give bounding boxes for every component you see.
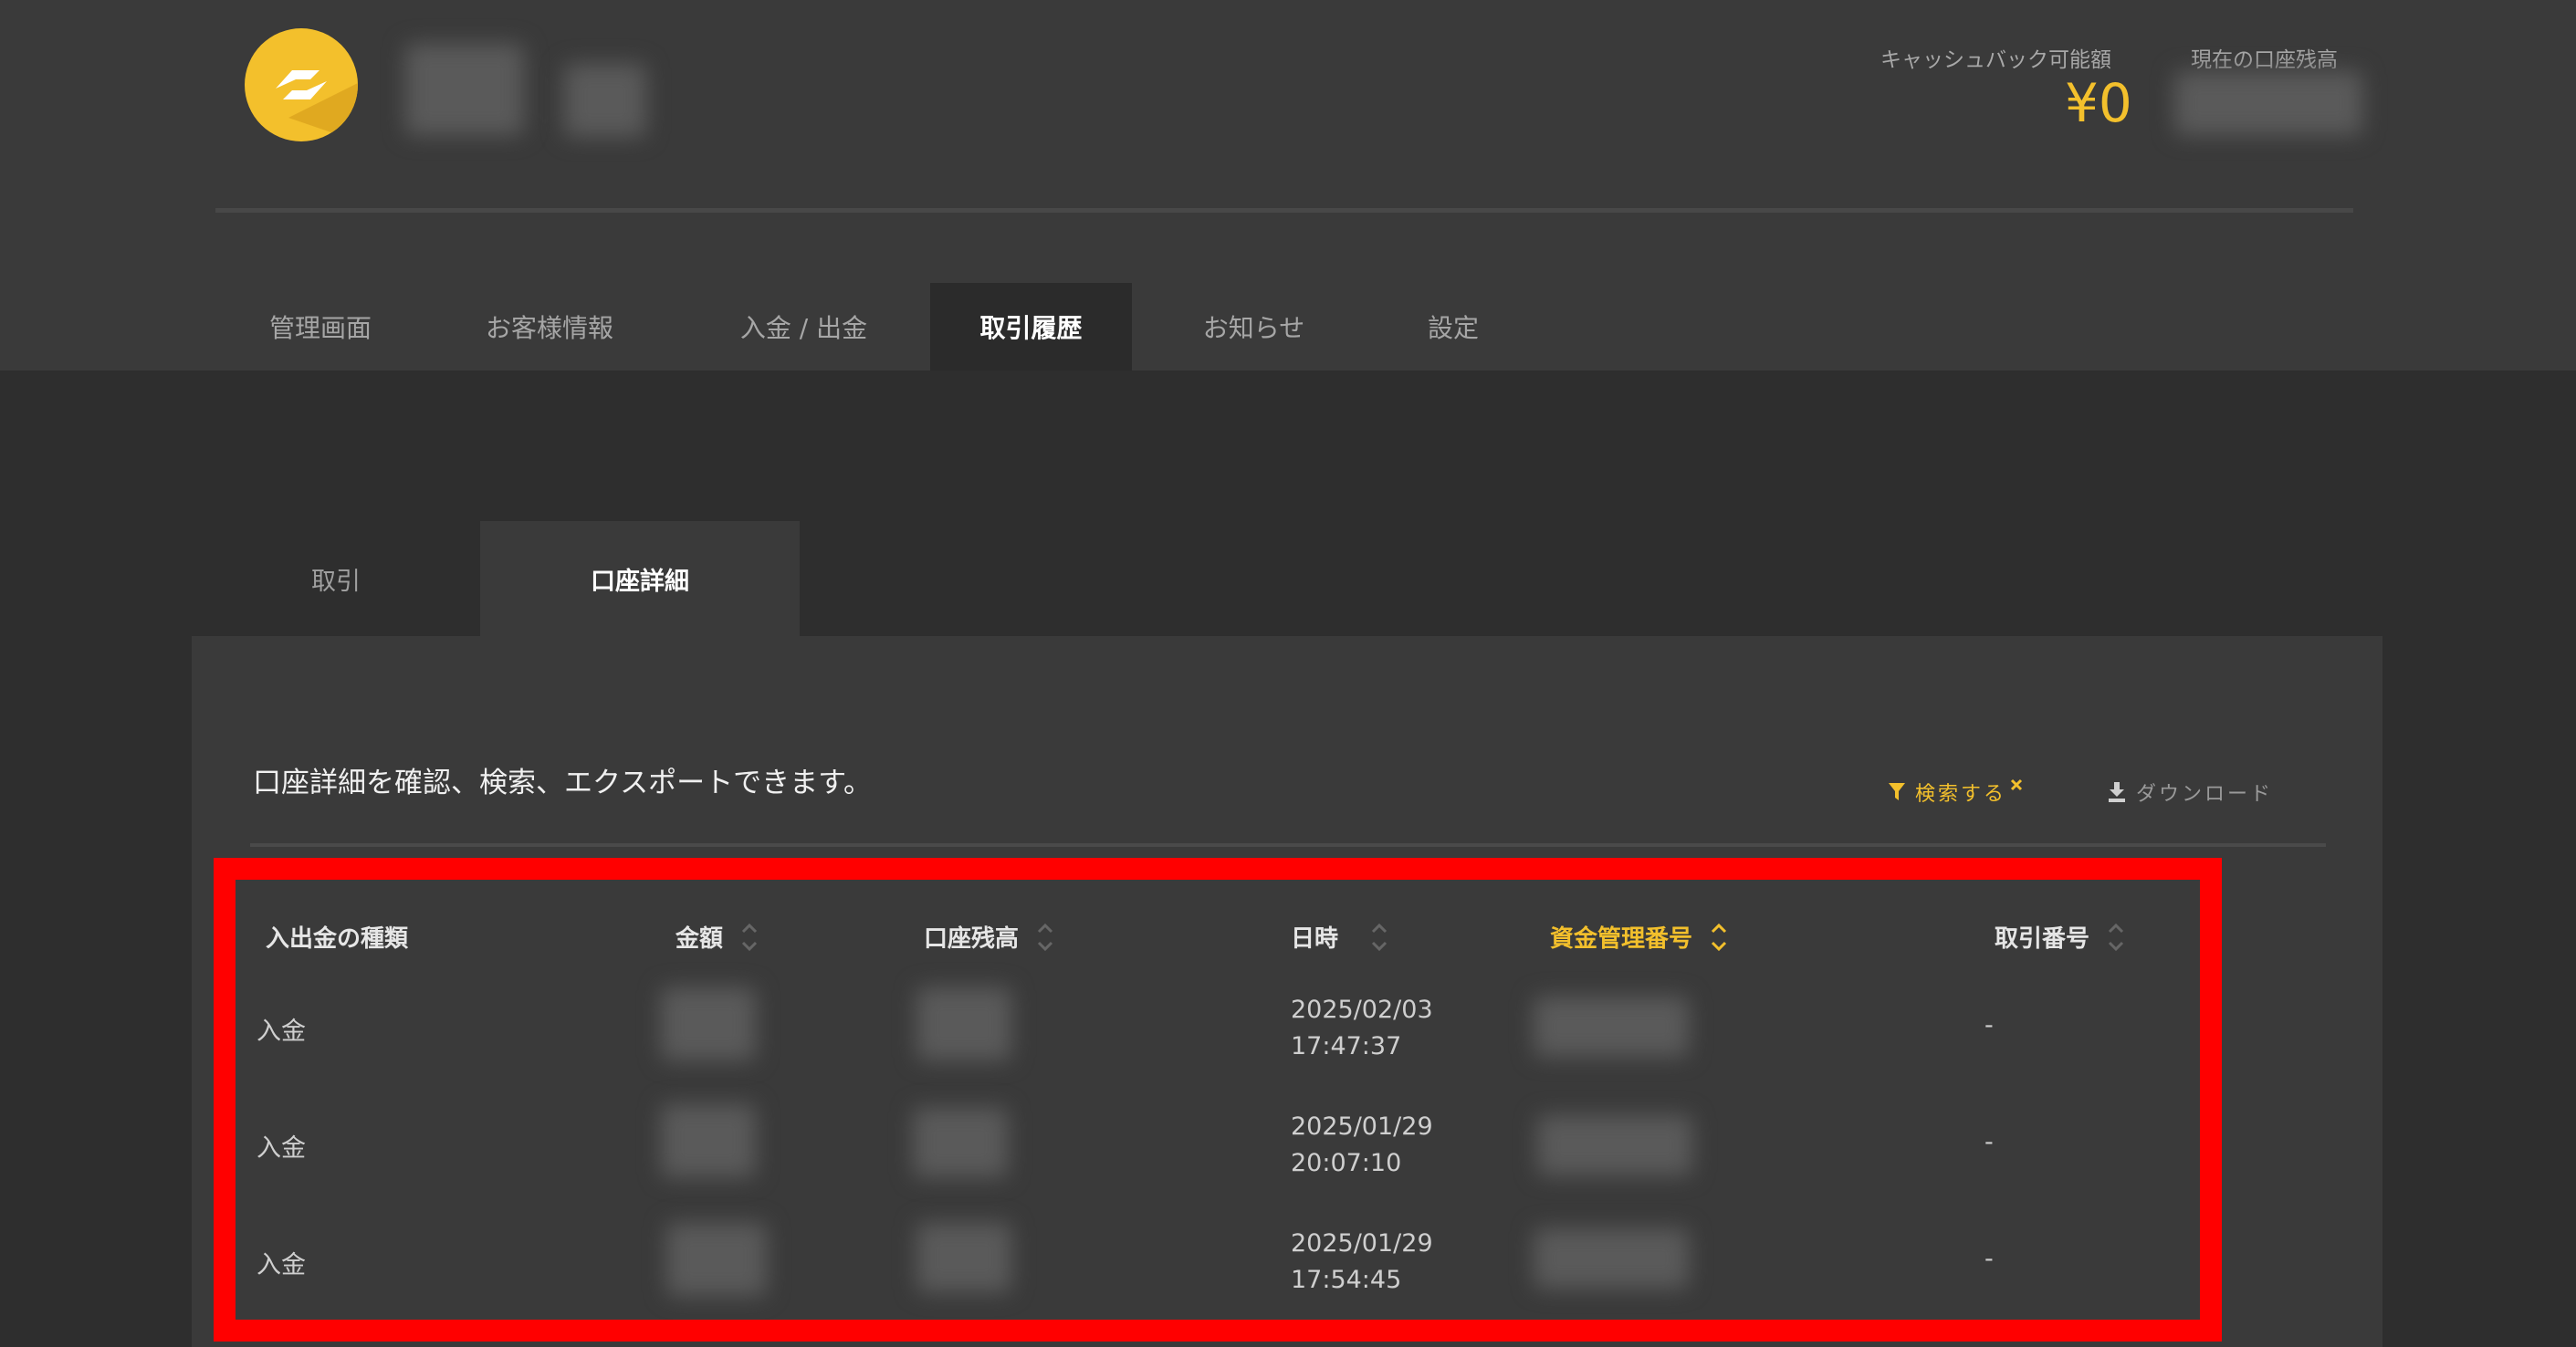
cell-date: 2025/01/29 bbox=[1291, 1112, 1433, 1141]
col-header-amount-label: 金額 bbox=[675, 925, 724, 953]
search-label: 検索する bbox=[1915, 783, 2007, 806]
cell-fund-id-blurred bbox=[1534, 997, 1689, 1057]
header: キャッシュバック可能額 ¥0 現在の口座残高 管理画面 お客様情報 入金 / 出… bbox=[0, 0, 2576, 371]
cell-date: 2025/02/03 bbox=[1291, 996, 1433, 1024]
cell-tx-id: - bbox=[1984, 1011, 1994, 1039]
panel-divider bbox=[250, 843, 2326, 847]
highlight-box bbox=[214, 858, 2222, 1342]
col-header-type-label: 入出金の種類 bbox=[266, 925, 409, 953]
col-header-amount[interactable]: 金額 bbox=[675, 920, 759, 954]
cell-tx-id: - bbox=[1984, 1245, 1994, 1273]
nav-dashboard[interactable]: 管理画面 bbox=[219, 283, 422, 371]
cell-datetime: 2025/02/03 17:47:37 bbox=[1291, 992, 1433, 1065]
sort-icon[interactable] bbox=[1709, 921, 1729, 954]
cell-tx-id: - bbox=[1984, 1128, 1994, 1156]
download-button[interactable]: ダウンロード bbox=[2107, 778, 2273, 807]
cell-amount-blurred bbox=[666, 1223, 767, 1296]
cell-fund-id-blurred bbox=[1537, 1115, 1692, 1175]
col-header-balance-label: 口座残高 bbox=[924, 925, 1020, 953]
sort-icon[interactable] bbox=[1369, 921, 1389, 954]
cell-balance-blurred bbox=[913, 1108, 1008, 1177]
account-id-blurred bbox=[564, 64, 646, 137]
cell-time: 17:47:37 bbox=[1291, 1032, 1402, 1060]
header-divider bbox=[215, 208, 2353, 213]
cell-balance-blurred bbox=[916, 987, 1011, 1060]
col-header-fund-id[interactable]: 資金管理番号 bbox=[1550, 920, 1729, 954]
logo-icon[interactable] bbox=[245, 28, 358, 141]
search-button[interactable]: 検索する bbox=[1888, 778, 2023, 807]
cell-datetime: 2025/01/29 20:07:10 bbox=[1291, 1109, 1433, 1182]
cell-amount-blurred bbox=[661, 1104, 756, 1177]
sort-icon[interactable] bbox=[739, 921, 759, 954]
col-header-datetime-label: 日時 bbox=[1291, 925, 1339, 953]
nav-news[interactable]: お知らせ bbox=[1132, 283, 1376, 371]
cell-amount-blurred bbox=[661, 987, 756, 1060]
cell-time: 20:07:10 bbox=[1291, 1149, 1402, 1177]
main-nav: 管理画面 お客様情報 入金 / 出金 取引履歴 お知らせ 設定 bbox=[219, 283, 1531, 371]
nav-deposit-withdraw[interactable]: 入金 / 出金 bbox=[677, 283, 930, 371]
col-header-tx-id-label: 取引番号 bbox=[1995, 925, 2090, 953]
balance-value-blurred bbox=[2174, 71, 2362, 135]
cell-time: 17:54:45 bbox=[1291, 1266, 1402, 1294]
tab-trades[interactable]: 取引 bbox=[192, 521, 480, 636]
col-header-datetime[interactable]: 日時 bbox=[1291, 920, 1389, 954]
col-header-fund-id-label: 資金管理番号 bbox=[1550, 925, 1693, 953]
sort-icon[interactable] bbox=[2106, 921, 2126, 954]
cashback-value: ¥0 bbox=[2065, 72, 2132, 134]
cell-fund-id-blurred bbox=[1534, 1228, 1689, 1289]
col-header-tx-id[interactable]: 取引番号 bbox=[1995, 920, 2126, 954]
nav-settings[interactable]: 設定 bbox=[1376, 283, 1531, 371]
col-header-type[interactable]: 入出金の種類 bbox=[266, 920, 408, 954]
close-icon[interactable] bbox=[2010, 778, 2023, 791]
account-name-blurred bbox=[405, 44, 524, 135]
cell-type: 入金 bbox=[257, 1134, 306, 1163]
filter-icon bbox=[1889, 783, 1905, 800]
cell-type: 入金 bbox=[257, 1251, 306, 1279]
download-label: ダウンロード bbox=[2136, 783, 2274, 806]
nav-trade-history[interactable]: 取引履歴 bbox=[930, 283, 1132, 371]
sort-icon[interactable] bbox=[1035, 921, 1055, 954]
cell-datetime: 2025/01/29 17:54:45 bbox=[1291, 1226, 1433, 1299]
cell-date: 2025/01/29 bbox=[1291, 1229, 1433, 1258]
cashback-label: キャッシュバック可能額 bbox=[1880, 48, 2111, 72]
cell-balance-blurred bbox=[916, 1223, 1011, 1292]
cell-type: 入金 bbox=[257, 1018, 306, 1046]
col-header-balance[interactable]: 口座残高 bbox=[924, 920, 1055, 954]
download-icon bbox=[2109, 782, 2125, 802]
balance-label: 現在の口座残高 bbox=[2191, 48, 2338, 72]
panel-description: 口座詳細を確認、検索、エクスポートできます。 bbox=[253, 767, 872, 799]
tab-account-details[interactable]: 口座詳細 bbox=[480, 521, 800, 636]
nav-customer-info[interactable]: お客様情報 bbox=[422, 283, 677, 371]
subtabs: 取引 口座詳細 bbox=[192, 521, 800, 636]
